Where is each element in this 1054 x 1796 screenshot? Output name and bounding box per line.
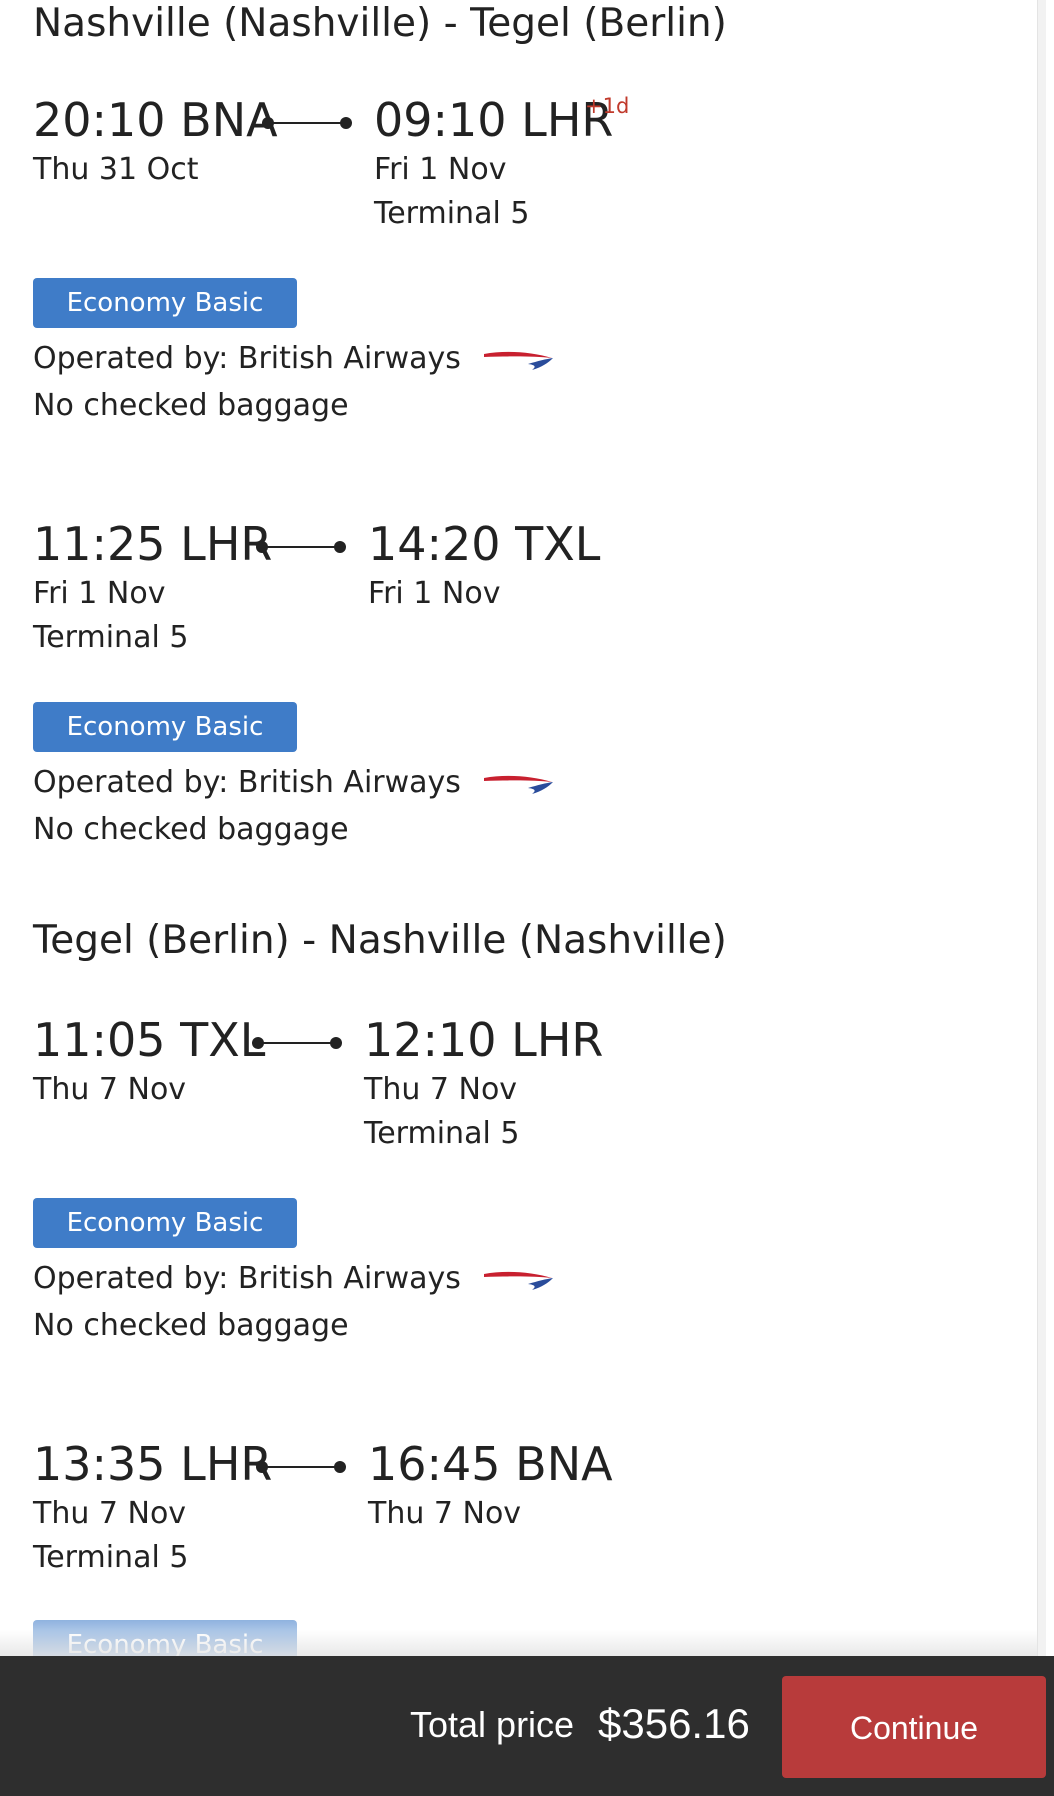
arrival-block: 09:10 LHR Fri 1 Nov Terminal 5 [374, 92, 613, 236]
baggage-info: No checked baggage [33, 388, 349, 423]
flight-segment: 11:25 LHR Fri 1 Nov Terminal 5 14:20 TXL… [33, 516, 1013, 847]
flight-connector-icon [256, 540, 346, 554]
departure-date: Thu 7 Nov [33, 1072, 187, 1107]
segment-time-row: 20:10 BNA Thu 31 Oct 09:10 LHR Fri 1 Nov… [33, 92, 1013, 231]
flight-connector-icon [252, 1036, 342, 1050]
baggage-info: No checked baggage [33, 812, 349, 847]
segment-time-row: 11:25 LHR Fri 1 Nov Terminal 5 14:20 TXL… [33, 516, 1013, 655]
departure-time: 20:10 BNA [33, 93, 278, 147]
british-airways-logo-icon [484, 1271, 554, 1290]
flight-segment: 13:35 LHR Thu 7 Nov Terminal 5 16:45 BNA… [33, 1436, 1013, 1656]
flight-connector-icon [262, 116, 352, 130]
segment-time-row: 11:05 TXL Thu 7 Nov 12:10 LHR Thu 7 Nov … [33, 1012, 1013, 1151]
departure-date: Fri 1 Nov [33, 576, 166, 611]
arrival-time: 16:45 BNA [368, 1437, 613, 1491]
departure-date: Thu 7 Nov [33, 1496, 187, 1531]
arrival-time: 12:10 LHR [364, 1013, 604, 1067]
route-header-return: Tegel (Berlin) - Nashville (Nashville) [33, 918, 727, 963]
departure-date: Thu 31 Oct [33, 152, 199, 187]
british-airways-logo-icon [484, 775, 554, 794]
operated-by-label: Operated by: British Airways [33, 765, 461, 800]
arrival-time: 09:10 LHR [374, 93, 614, 147]
total-price-label: Total price [410, 1704, 575, 1745]
arrival-block: 12:10 LHR Thu 7 Nov Terminal 5 [364, 1012, 603, 1156]
route-header-outbound: Nashville (Nashville) - Tegel (Berlin) [33, 1, 727, 46]
arrival-date: Fri 1 Nov [374, 152, 507, 187]
departure-terminal: Terminal 5 [33, 1540, 189, 1575]
departure-time: 11:25 LHR [33, 517, 273, 571]
continue-button[interactable]: Continue [782, 1676, 1046, 1778]
flight-connector-icon [256, 1460, 346, 1474]
itinerary-scroll-area[interactable]: Nashville (Nashville) - Tegel (Berlin) 2… [0, 0, 1046, 1656]
departure-block: 13:35 LHR Thu 7 Nov Terminal 5 [33, 1436, 272, 1580]
plus-day-badge: +1d [585, 94, 630, 118]
operated-by-label: Operated by: British Airways [33, 341, 461, 376]
operated-by-label: Operated by: British Airways [33, 1261, 461, 1296]
fare-class-badge: Economy Basic [33, 1198, 297, 1248]
departure-time: 11:05 TXL [33, 1013, 266, 1067]
operated-by: Operated by: British Airways [33, 761, 554, 805]
departure-terminal: Terminal 5 [33, 620, 189, 655]
flight-segment: 20:10 BNA Thu 31 Oct 09:10 LHR Fri 1 Nov… [33, 92, 1013, 423]
arrival-date: Fri 1 Nov [368, 576, 501, 611]
checkout-footer: Total price $356.16 Continue [0, 1656, 1054, 1796]
arrival-block: 14:20 TXL Fri 1 Nov [368, 516, 600, 616]
baggage-info: No checked baggage [33, 1308, 349, 1343]
british-airways-logo-icon [484, 351, 554, 370]
arrival-date: Thu 7 Nov [368, 1496, 522, 1531]
scrollbar[interactable] [1037, 0, 1046, 1656]
arrival-terminal: Terminal 5 [374, 196, 530, 231]
total-price-value: $356.16 [598, 1700, 750, 1747]
segment-time-row: 13:35 LHR Thu 7 Nov Terminal 5 16:45 BNA… [33, 1436, 1013, 1575]
departure-block: 11:25 LHR Fri 1 Nov Terminal 5 [33, 516, 272, 660]
fare-class-badge: Economy Basic [33, 702, 297, 752]
operated-by: Operated by: British Airways [33, 337, 554, 381]
operated-by: Operated by: British Airways [33, 1257, 554, 1301]
fare-class-badge: Economy Basic [33, 1620, 297, 1656]
fare-class-badge: Economy Basic [33, 278, 297, 328]
arrival-terminal: Terminal 5 [364, 1116, 520, 1151]
flight-segment: 11:05 TXL Thu 7 Nov 12:10 LHR Thu 7 Nov … [33, 1012, 1013, 1343]
departure-time: 13:35 LHR [33, 1437, 273, 1491]
arrival-date: Thu 7 Nov [364, 1072, 518, 1107]
arrival-block: 16:45 BNA Thu 7 Nov [368, 1436, 613, 1536]
departure-block: 11:05 TXL Thu 7 Nov [33, 1012, 265, 1112]
departure-block: 20:10 BNA Thu 31 Oct [33, 92, 278, 192]
arrival-time: 14:20 TXL [368, 517, 601, 571]
